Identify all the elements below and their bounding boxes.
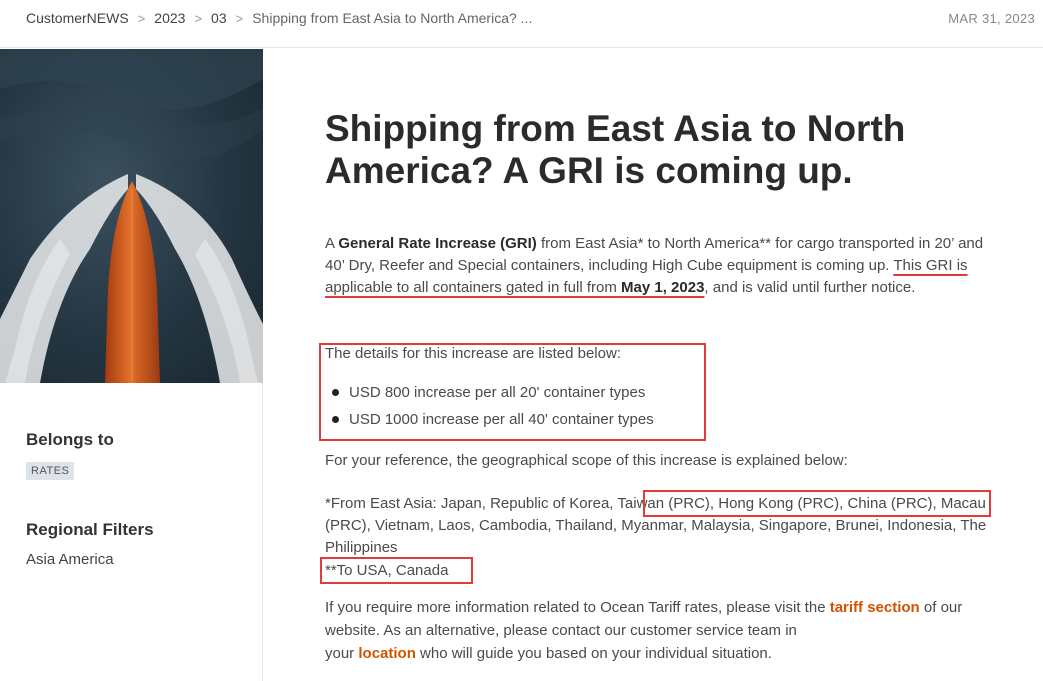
gri-bold: General Rate Increase (GRI)	[338, 235, 537, 252]
breadcrumb: CustomerNEWS > 2023 > 03 > Shipping from…	[26, 10, 532, 26]
intro-text-d: , and is valid until further notice.	[704, 279, 916, 296]
regional-filters-value: Asia America	[26, 551, 114, 568]
tariff-section-link[interactable]: tariff section	[830, 599, 920, 616]
location-link[interactable]: location	[358, 645, 416, 662]
sidebar-divider	[262, 383, 263, 681]
contact-text-a: If you require more information related …	[325, 599, 830, 616]
category-tag[interactable]: RATES	[26, 462, 75, 480]
page-title: Shipping from East Asia to North America…	[325, 108, 906, 191]
scope-heading: For your reference, the geographical sco…	[325, 452, 848, 469]
chevron-right-icon: >	[235, 10, 244, 26]
from-prefix: *From East Asia: Japan, Republic of Kore…	[325, 495, 618, 512]
contact-text-c: your	[325, 645, 359, 662]
publish-date: MAR 31, 2023	[948, 11, 1035, 26]
belongs-to-heading: Belongs to	[26, 430, 114, 449]
contact-paragraph: If you require more information related …	[325, 596, 1005, 665]
breadcrumb-month[interactable]: 03	[211, 10, 227, 26]
ship-bow-image	[0, 49, 263, 383]
breadcrumb-customernews[interactable]: CustomerNEWS	[26, 10, 129, 26]
highlight-box-destination	[320, 557, 473, 584]
highlight-box-details	[319, 343, 706, 441]
intro-text-a: A	[325, 235, 339, 252]
highlight-box-prc	[643, 490, 991, 517]
hero-image	[0, 49, 263, 383]
chevron-right-icon: >	[194, 10, 203, 26]
top-bar: CustomerNEWS > 2023 > 03 > Shipping from…	[0, 0, 1043, 48]
intro-paragraph: A General Rate Increase (GRI) from East …	[325, 233, 1005, 299]
chevron-right-icon: >	[137, 10, 146, 26]
effective-date-bold: May 1, 2023	[621, 279, 705, 296]
regional-filters-heading: Regional Filters	[26, 520, 154, 539]
breadcrumb-current: Shipping from East Asia to North America…	[252, 10, 533, 26]
breadcrumb-year[interactable]: 2023	[154, 10, 185, 26]
contact-text-d: who will guide you based on your individ…	[415, 645, 772, 662]
